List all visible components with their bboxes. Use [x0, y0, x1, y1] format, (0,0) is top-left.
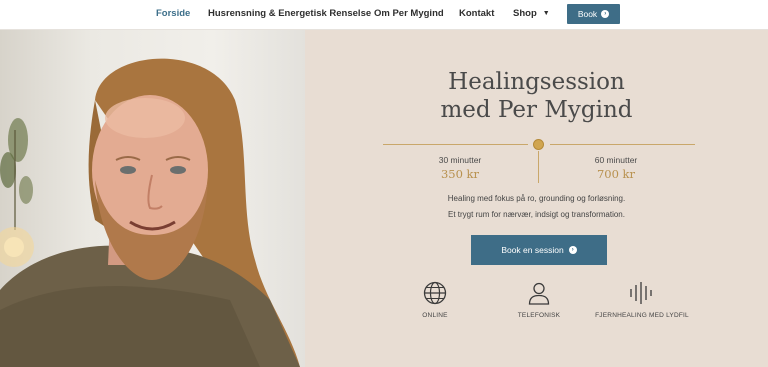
nav-book-button[interactable]: Book › — [567, 4, 620, 24]
person-icon — [528, 282, 550, 305]
price-value-30: 350 kr — [440, 167, 480, 181]
nav-book-label: Book — [577, 9, 598, 19]
book-session-button[interactable]: Book en session › — [471, 235, 607, 265]
nav-item-husrensning[interactable]: Husrensning & Energetisk Renselse — [208, 8, 371, 19]
top-navigation: Forside Husrensning & Energetisk Rensels… — [0, 0, 768, 30]
divider-right — [550, 144, 695, 145]
arrow-circle-icon: › — [568, 246, 577, 254]
nav-item-om-per-mygind[interactable]: Om Per Mygind — [374, 8, 444, 19]
price-duration-60: 60 minutter — [594, 155, 638, 165]
divider-dot-icon — [533, 139, 544, 150]
hero-description-line1: Healing med fokus på ro, grounding og fo… — [447, 194, 626, 203]
hero-description-line2: Et trygt rum for nærvær, indsigt og tran… — [448, 210, 625, 219]
soundwave-icon — [630, 282, 652, 304]
feature-online-label: ONLINE — [422, 312, 448, 319]
nav-item-forside[interactable]: Forside — [156, 8, 190, 19]
price-value-60: 700 kr — [596, 167, 636, 181]
hero-title-line2: med Per Mygind — [440, 97, 633, 123]
hero-title-line1: Healingsession — [448, 69, 625, 95]
divider-left — [383, 144, 528, 145]
globe-icon — [423, 281, 447, 305]
book-session-label: Book en session — [501, 245, 564, 255]
hero-portrait-photo — [0, 30, 305, 367]
chevron-down-icon: ▼ — [542, 10, 550, 17]
price-duration-30: 30 minutter — [438, 155, 482, 165]
arrow-circle-icon: › — [601, 10, 610, 18]
nav-item-shop-label: Shop — [513, 8, 537, 19]
portrait-illustration — [0, 58, 300, 367]
feature-fjernhealing-label: FJERNHEALING MED LYDFIL — [595, 312, 689, 319]
feature-telefonisk-label: TELEFONISK — [517, 312, 561, 319]
nav-item-kontakt[interactable]: Kontakt — [459, 8, 494, 19]
nav-item-shop[interactable]: Shop ▼ — [513, 8, 550, 19]
price-separator — [538, 151, 539, 183]
hero-content: Healingsession med Per Mygind 30 minutte… — [305, 30, 768, 367]
